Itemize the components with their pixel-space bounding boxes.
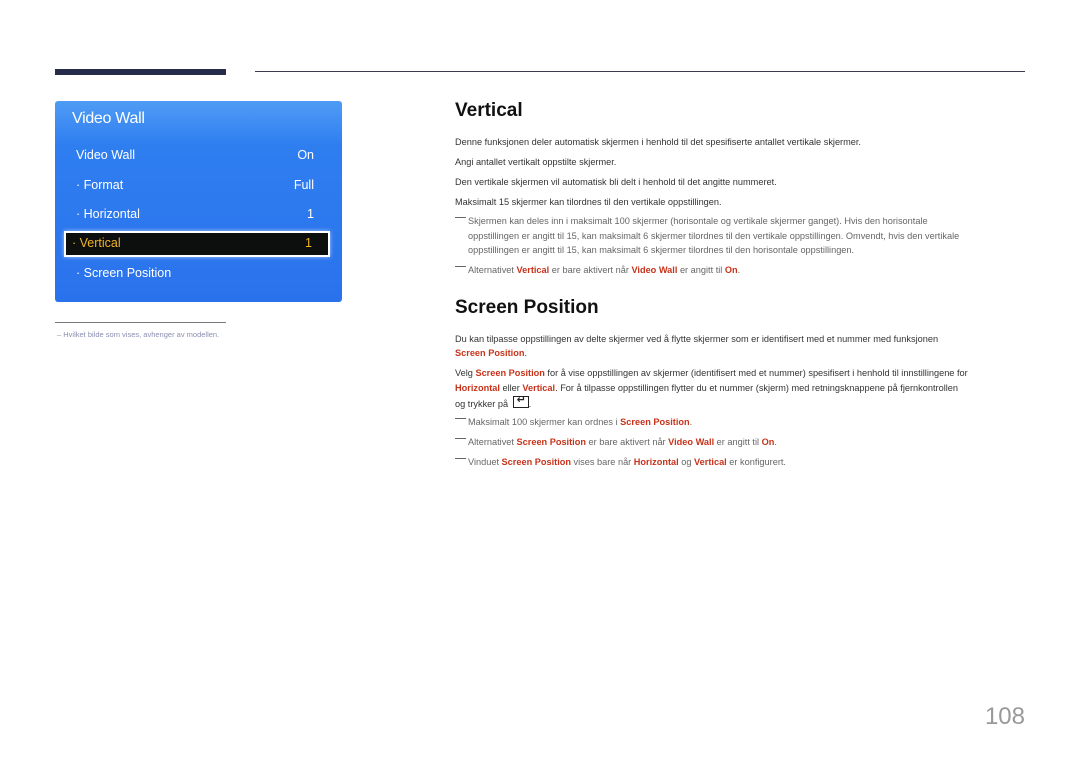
- note-text: .: [689, 417, 693, 427]
- note-text: er konfigurert.: [726, 457, 786, 467]
- highlight: Screen Position: [620, 417, 690, 427]
- paragraph: Du kan tilpasse oppstillingen av delte s…: [455, 332, 1030, 360]
- heading-screen-position: Screen Position: [455, 297, 599, 318]
- page-number: 108: [984, 703, 1025, 730]
- menu-item-format[interactable]: · Format Full: [70, 175, 330, 197]
- menu-item-video-wall[interactable]: Video Wall On: [70, 145, 330, 167]
- note: Alternativet Vertical er bare aktivert n…: [455, 263, 1030, 278]
- note: Alternativet Screen Position er bare akt…: [455, 435, 1030, 450]
- highlight: Screen Position: [501, 457, 571, 467]
- highlight: Horizontal: [633, 457, 679, 467]
- note-dash-icon: [455, 217, 466, 218]
- note-text: .: [774, 437, 777, 447]
- note-text: oppstillingen er angitt til 15, kan maks…: [468, 230, 960, 241]
- menu-item-vertical[interactable]: · Vertical 1: [64, 231, 330, 257]
- menu-item-value: On: [297, 148, 314, 162]
- enter-icon: [512, 393, 529, 408]
- text: .: [524, 348, 527, 358]
- note: Maksimalt 100 skjermer kan ordnes i Scre…: [455, 415, 1030, 430]
- menu-item-horizontal[interactable]: · Horizontal 1: [70, 204, 330, 226]
- menu-item-label: · Vertical: [72, 236, 121, 250]
- paragraph: Denne funksjonen deler automatisk skjerm…: [455, 137, 861, 147]
- text: for å vise oppstillingen av skjermer (id…: [544, 368, 968, 378]
- heading-vertical: Vertical: [455, 100, 523, 121]
- menu-item-label: · Format: [76, 178, 124, 192]
- highlight: On: [724, 265, 738, 275]
- note-dash-icon: [455, 458, 466, 459]
- text: Du kan tilpasse oppstillingen av delte s…: [455, 334, 939, 344]
- note-text: og: [678, 457, 695, 467]
- note-text: .: [737, 265, 741, 275]
- note: Skjermen kan deles inn i maksimalt 100 s…: [455, 214, 1030, 258]
- menu-title: Video Wall: [72, 110, 145, 127]
- note: Vinduet Screen Position vises bare når H…: [455, 455, 1030, 470]
- highlight: Video Wall: [668, 437, 715, 447]
- footnote: – Hvilket bilde som vises, avhenger av m…: [57, 330, 220, 339]
- text: .: [528, 399, 532, 409]
- text: eller: [499, 383, 523, 393]
- note-dash-icon: [455, 266, 466, 267]
- menu-item-label: · Screen Position: [76, 266, 172, 280]
- paragraph: Den vertikale skjermen vil automatisk bl…: [455, 177, 777, 187]
- highlight: Screen Position: [455, 348, 525, 358]
- note-dash-icon: [455, 438, 466, 439]
- paragraph: Maksimalt 15 skjermer kan tilordnes til …: [455, 197, 722, 207]
- footnote-text: Hvilket bilde som vises, avhenger av mod…: [63, 330, 220, 339]
- note-text: er bare aktivert når: [549, 265, 632, 275]
- footnote-rule: [55, 322, 226, 323]
- highlight: Vertical: [694, 457, 727, 467]
- note-text: Skjermen kan deles inn i maksimalt 100 s…: [468, 216, 928, 226]
- header-bar-thick: [55, 69, 226, 75]
- note-text: er angitt til: [714, 437, 762, 447]
- highlight: Video Wall: [631, 265, 678, 275]
- menu-item-value: 1: [307, 207, 314, 221]
- highlight: On: [761, 437, 775, 447]
- note-dash-icon: [455, 418, 466, 419]
- menu-item-value: Full: [293, 178, 314, 192]
- note-text: Alternativet: [468, 437, 517, 447]
- highlight: Horizontal: [455, 383, 500, 393]
- menu-item-value: 1: [305, 236, 312, 250]
- menu-item-screen-position[interactable]: · Screen Position: [70, 263, 330, 285]
- text: . For å tilpasse oppstillingen flytter d…: [555, 383, 959, 393]
- text: og trykker på: [455, 399, 511, 409]
- note-text: Maksimalt 100 skjermer kan ordnes i: [468, 417, 621, 427]
- text: Velg: [455, 368, 476, 378]
- note-text: er angitt til: [677, 265, 725, 275]
- note-text: Vinduet: [468, 457, 502, 467]
- paragraph: Angi antallet vertikalt oppstilte skjerm…: [455, 157, 617, 167]
- note-text: vises bare når: [570, 457, 634, 467]
- note-text: er bare aktivert når: [585, 437, 669, 447]
- note-text: Alternativet: [468, 265, 517, 275]
- video-wall-menu: Video Wall Video Wall On · Format Full ·…: [55, 101, 342, 302]
- menu-item-label: · Horizontal: [76, 207, 140, 221]
- highlight: Vertical: [516, 265, 550, 275]
- header-rule: [255, 71, 1025, 72]
- highlight: Screen Position: [516, 437, 586, 447]
- highlight: Screen Position: [475, 368, 545, 378]
- paragraph: Velg Screen Position for å vise oppstill…: [455, 366, 1030, 412]
- highlight: Vertical: [522, 383, 556, 393]
- note-text: oppstillingen er angitt til 15, kan maks…: [468, 245, 855, 255]
- menu-item-label: Video Wall: [76, 148, 136, 162]
